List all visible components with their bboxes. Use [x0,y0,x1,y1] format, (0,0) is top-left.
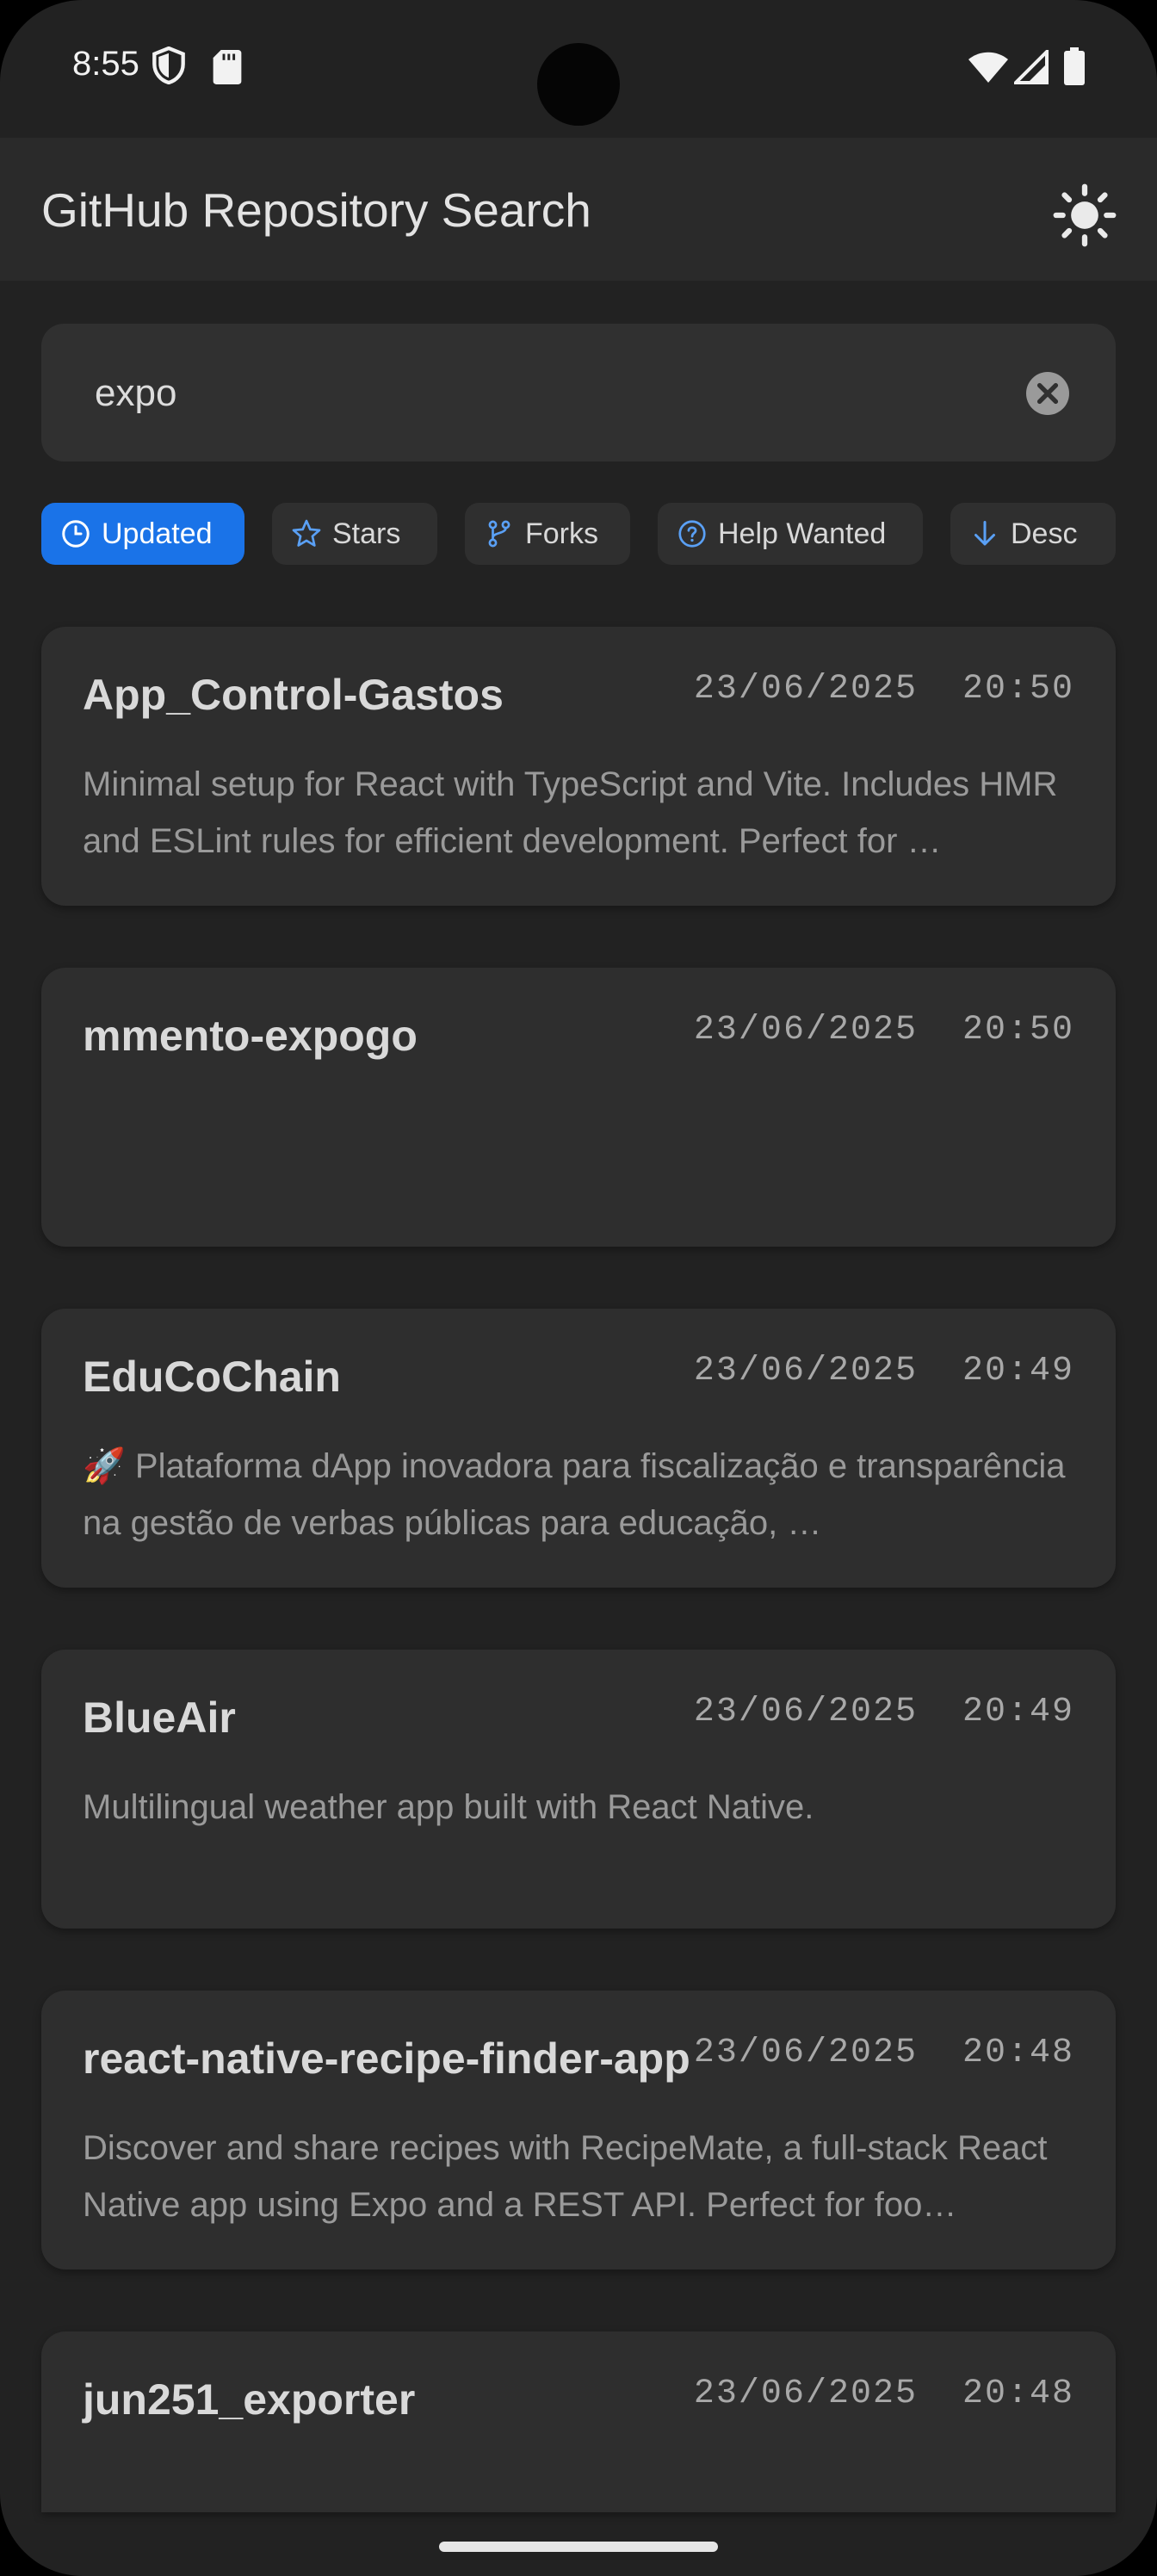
repo-name: mmento-expogo [83,1012,418,1060]
repo-description: Minimal setup for React with TypeScript … [83,765,1058,860]
repo-card[interactable]: EduCoChain 23/06/2025 20:49 🚀 Plataforma… [41,1309,1116,1588]
repo-updated-date: 23/06/2025 20:49 [693,1693,1074,1731]
front-camera [537,43,620,126]
repo-updated-date: 23/06/2025 20:48 [693,2034,1074,2072]
repo-card[interactable]: react-native-recipe-finder-app 23/06/202… [41,1991,1116,2269]
home-indicator[interactable] [439,2542,718,2552]
arrow-down-icon [974,521,995,546]
search-bar [41,324,1116,461]
page-title: GitHub Repository Search [41,183,591,237]
status-time: 8:55 [72,45,139,83]
clear-icon[interactable] [1026,372,1069,415]
filter-chip-desc[interactable]: Desc [950,503,1116,565]
clock-icon [62,520,90,548]
filter-chip-updated[interactable]: Updated [41,503,244,565]
repo-name: EduCoChain [83,1353,341,1401]
battery-icon [1064,47,1085,85]
filter-chip-forks[interactable]: Forks [465,503,630,565]
status-bar: 8:55 [0,0,1157,138]
repo-card[interactable]: jun251_exporter 23/06/2025 20:48 [41,2331,1116,2512]
filter-chip-help-wanted[interactable]: Help Wanted [658,503,923,565]
filter-chip-label: Stars [332,517,401,550]
repo-description: 🚀 Plataforma dApp inovadora para fiscali… [83,1447,1066,1542]
filter-chip-label: Desc [1011,517,1078,550]
repo-name: react-native-recipe-finder-app [83,2034,690,2083]
star-icon [292,519,321,547]
repo-updated-date: 23/06/2025 20:49 [693,1352,1074,1390]
sd-card-icon [213,50,242,84]
repo-description: Multilingual weather app built with Reac… [83,1788,814,1826]
sun-icon[interactable] [1052,183,1117,248]
help-icon [678,520,706,548]
repo-updated-date: 23/06/2025 20:50 [693,670,1074,709]
cell-signal-icon [1014,50,1049,84]
wifi-icon [968,52,1008,83]
repo-card[interactable]: BlueAir 23/06/2025 20:49 Multilingual we… [41,1650,1116,1929]
filter-chip-label: Updated [102,517,213,550]
search-input[interactable] [93,358,1000,429]
repo-updated-date: 23/06/2025 20:50 [693,1011,1074,1050]
repo-description: Discover and share recipes with RecipeMa… [83,2129,1048,2224]
app-screen: 8:55 GitHub Repository Search expo Updat… [0,0,1157,2576]
filter-chip-label: Forks [525,517,598,550]
repo-updated-date: 23/06/2025 20:48 [693,2375,1074,2413]
repo-name: BlueAir [83,1694,236,1742]
filter-chip-stars[interactable]: Stars [272,503,437,565]
repo-card[interactable]: App_Control-Gastos 23/06/2025 20:50 Mini… [41,627,1116,906]
fork-icon [488,520,510,548]
shield-icon [152,46,185,84]
app-bar: GitHub Repository Search [0,138,1157,281]
repo-card[interactable]: mmento-expogo 23/06/2025 20:50 [41,968,1116,1247]
repo-name: jun251_exporter [83,2375,416,2424]
repo-name: App_Control-Gastos [83,671,504,719]
filter-chip-label: Help Wanted [718,517,887,550]
